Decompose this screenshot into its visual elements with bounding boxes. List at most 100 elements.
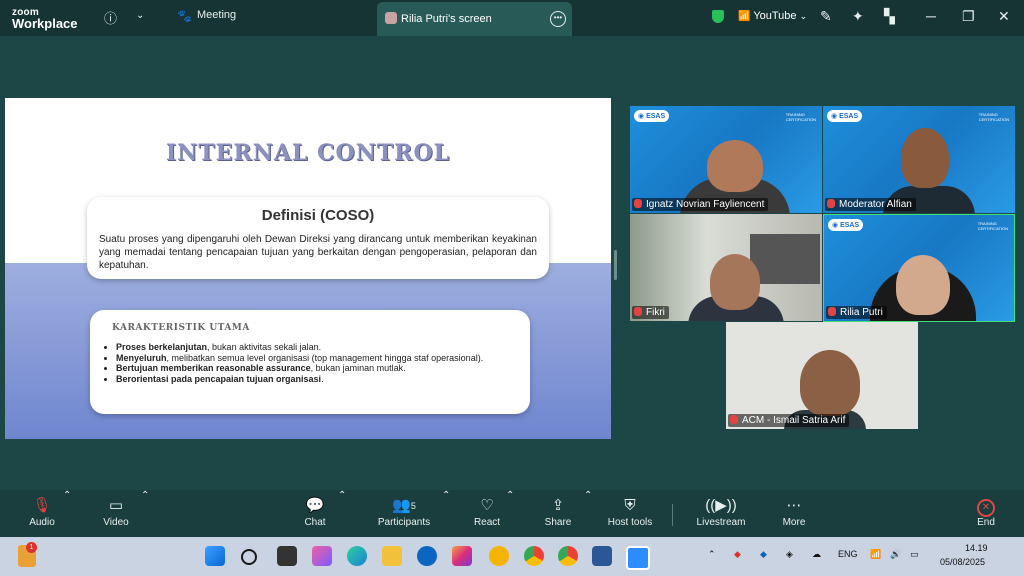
camera-icon: ▭ — [108, 497, 124, 514]
screen-tab-label: Rilia Putri's screen — [401, 13, 492, 25]
participants-button[interactable]: 👥5 Participants — [374, 490, 434, 528]
edge-icon[interactable] — [347, 546, 367, 566]
search-icon[interactable] — [241, 549, 257, 565]
screen-share-tab[interactable]: Rilia Putri's screen ••• — [377, 2, 572, 36]
definition-text: Suatu proses yang dipengaruhi oleh Dewan… — [99, 234, 537, 271]
list-item: Berorientasi pada pencapaian tujuan orga… — [116, 374, 534, 385]
end-call-icon: ✕ — [977, 499, 995, 517]
definition-heading: Definisi (COSO) — [261, 207, 375, 224]
heart-icon: ♡ — [480, 497, 494, 514]
livestream-icon: ((▶)) — [705, 497, 737, 514]
meeting-tab[interactable]: Meeting — [197, 9, 236, 21]
user-avatar-icon — [385, 12, 397, 24]
word-icon[interactable] — [592, 546, 612, 566]
list-item: Bertujuan memberikan reasonable assuranc… — [116, 363, 534, 374]
list-item: Proses berkelanjutan, bukan aktivitas se… — [116, 342, 534, 353]
toolbar-divider — [672, 504, 673, 526]
participant-face — [707, 140, 763, 192]
characteristics-list: Proses berkelanjutan, bukan aktivitas se… — [100, 342, 534, 384]
react-options-chevron[interactable]: ⌃ — [506, 490, 514, 501]
windows-taskbar: 1 ⌃ ◆ ◆ ◈ ☁ ENG 📶 🔊 ▭ 14.19 05/08/2025 — [0, 537, 1024, 576]
slide-title: INTERNAL CONTROL — [165, 140, 451, 166]
more-button[interactable]: ⋯ More — [774, 490, 814, 528]
audio-options-chevron[interactable]: ⌃ — [63, 490, 71, 501]
participant-face — [896, 255, 950, 315]
chat-button[interactable]: 💬 Chat — [295, 490, 335, 528]
cloud-icon[interactable]: ☁ — [812, 549, 821, 560]
info-icon[interactable]: ⓘ — [104, 8, 117, 27]
react-button[interactable]: ♡ React — [467, 490, 507, 528]
chat-icon: 💬 — [305, 497, 325, 514]
sticky-notes-icon[interactable] — [489, 546, 509, 566]
sparkle-icon[interactable]: ✦ — [852, 8, 864, 25]
end-meeting-button[interactable]: ✕ End — [966, 490, 1006, 528]
start-menu-icon[interactable] — [205, 546, 225, 566]
video-options-chevron[interactable]: ⌃ — [141, 490, 149, 501]
characteristics-heading: KARAKTERISTIK UTAMA — [112, 323, 250, 333]
video-button[interactable]: ▭ Video — [96, 490, 136, 528]
participant-name: Moderator Alfian — [825, 198, 916, 211]
mic-muted-icon — [828, 307, 836, 316]
definition-card: Definisi (COSO) Suatu proses yang dipeng… — [87, 197, 549, 279]
chevron-down-icon[interactable]: ⌄ — [136, 10, 144, 21]
task-view-icon[interactable] — [277, 546, 297, 566]
zoom-app-icon[interactable] — [626, 546, 650, 570]
video-tile-active-speaker[interactable]: ◉ ESAS TRAINING CERTIFICATION Rilia Putri — [823, 214, 1015, 322]
share-button[interactable]: ⇪ Share — [538, 490, 578, 528]
participants-options-chevron[interactable]: ⌃ — [442, 490, 450, 501]
volume-icon[interactable]: 🔊 — [890, 549, 901, 560]
pen-icon[interactable]: ✎ — [820, 8, 832, 25]
language-indicator[interactable]: ENG — [838, 549, 858, 559]
security-tray-icon[interactable]: ◈ — [786, 549, 793, 560]
video-tile[interactable]: Fikri — [630, 214, 822, 321]
video-tile[interactable]: ◉ ESAS TRAINING CERTIFICATION Moderator A… — [823, 106, 1015, 213]
characteristics-card: KARAKTERISTIK UTAMA Proses berkelanjutan… — [90, 310, 530, 414]
split-drag-handle[interactable] — [614, 250, 617, 280]
meeting-toolbar: 🎙 Audio ⌃ ▭ Video ⌃ 💬 Chat ⌃ 👥5 Particip… — [0, 490, 1024, 537]
shield-icon: ⛨ — [624, 497, 636, 514]
mic-muted-icon — [730, 415, 738, 424]
chat-options-chevron[interactable]: ⌃ — [338, 490, 346, 501]
tray-chevron-icon[interactable]: ⌃ — [708, 549, 716, 560]
participants-count: 5 — [410, 501, 416, 511]
esas-logo: ◉ ESAS — [828, 219, 864, 231]
mic-muted-icon — [634, 199, 642, 208]
minimize-icon[interactable]: ─ — [926, 8, 936, 24]
chevron-down-icon: ⌄ — [799, 11, 808, 21]
participant-name: ACM - Ismail Satria Arif — [728, 414, 850, 427]
paw-icon: 🐾 — [177, 9, 192, 23]
livestream-youtube-label[interactable]: 📶 YouTube ⌄ — [738, 10, 807, 22]
layout-icon[interactable]: ▚ — [884, 8, 895, 25]
restore-icon[interactable]: ❐ — [962, 8, 975, 25]
instagram-icon[interactable] — [452, 546, 472, 566]
clock-time[interactable]: 14.19 — [965, 543, 988, 553]
title-bar: zoom Workplace ⓘ ⌄ 🐾 Meeting Rilia Putri… — [0, 0, 1024, 36]
host-tools-button[interactable]: ⛨ Host tools — [602, 490, 658, 528]
livestream-button[interactable]: ((▶)) Livestream — [692, 490, 750, 528]
training-tag-icon: TRAINING CERTIFICATION — [977, 221, 1008, 231]
esas-logo: ◉ ESAS — [827, 110, 863, 122]
more-options-icon[interactable]: ••• — [550, 11, 566, 27]
file-explorer-icon[interactable] — [382, 546, 402, 566]
mic-muted-icon — [634, 307, 642, 316]
chrome-profile-icon[interactable] — [558, 546, 578, 566]
video-tile[interactable]: ACM - Ismail Satria Arif — [726, 322, 918, 429]
esas-logo: ◉ ESAS — [634, 110, 670, 122]
hp-icon[interactable] — [417, 546, 437, 566]
participant-name: Ignatz Novrian Fayliencent — [632, 198, 769, 211]
wifi-icon[interactable]: 📶 — [870, 549, 881, 560]
security-shield-icon[interactable] — [712, 10, 724, 23]
bluetooth-icon[interactable]: ◆ — [760, 549, 767, 560]
antivirus-icon[interactable]: ◆ — [734, 549, 741, 560]
video-tile[interactable]: ◉ ESAS TRAINING CERTIFICATION Ignatz Novr… — [630, 106, 822, 213]
copilot-icon[interactable] — [312, 546, 332, 566]
share-options-chevron[interactable]: ⌃ — [584, 490, 592, 501]
participants-icon: 👥 — [392, 497, 411, 514]
participant-name: Rilia Putri — [826, 306, 887, 319]
audio-button[interactable]: 🎙 Audio — [22, 490, 62, 528]
battery-icon[interactable]: ▭ — [910, 549, 919, 560]
clock-date[interactable]: 05/08/2025 — [940, 557, 985, 567]
chrome-icon[interactable] — [524, 546, 544, 566]
signal-icon: 📶 — [738, 11, 751, 22]
close-icon[interactable]: ✕ — [998, 8, 1010, 25]
